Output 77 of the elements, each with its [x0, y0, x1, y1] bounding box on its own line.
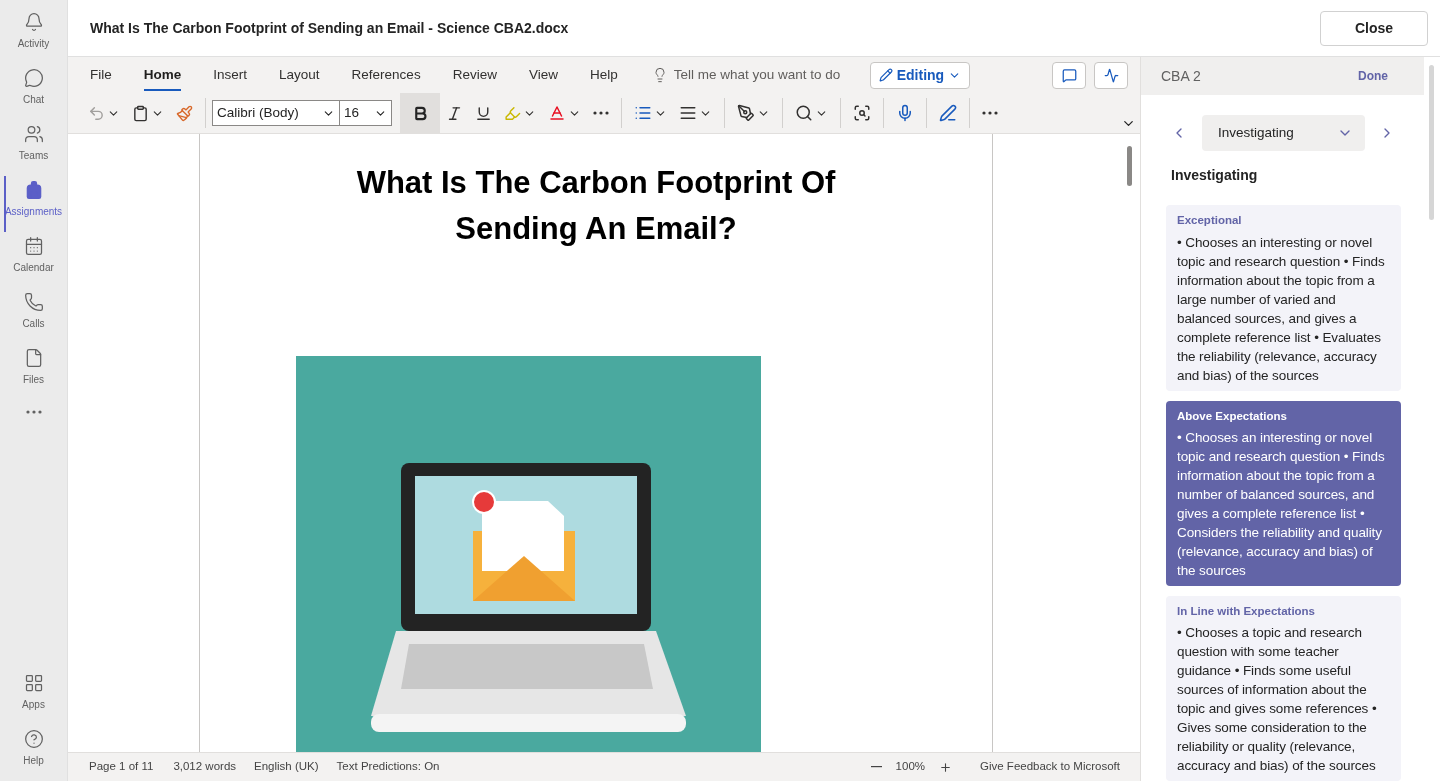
rail-item[interactable]: Apps [0, 669, 68, 725]
ribbon-tab[interactable]: Review [442, 59, 507, 91]
font-color-icon [548, 104, 566, 122]
more-icon [25, 410, 42, 414]
calendar-icon [23, 236, 44, 256]
ribbon-tab[interactable]: Insert [203, 59, 258, 91]
rubric-level-card[interactable] [1166, 400, 1401, 586]
rail-item[interactable]: Calls [0, 288, 68, 344]
plus-icon [939, 760, 952, 774]
rail-item[interactable]: Chat [0, 64, 68, 120]
criterion-heading: Investigating [1170, 166, 1259, 186]
language: English (UK) [254, 759, 319, 775]
ribbon-tab[interactable]: Home [133, 59, 192, 91]
italic-icon [446, 104, 463, 122]
rail-item[interactable]: Activity [0, 8, 68, 64]
scrollbar-thumb[interactable] [1127, 146, 1132, 186]
chat-icon [23, 68, 44, 88]
ribbon-tab[interactable]: Help [579, 59, 628, 91]
ribbon-tab[interactable]: References [341, 59, 431, 91]
underline-icon [475, 104, 492, 122]
undo-icon [88, 104, 105, 122]
more-icon [982, 111, 998, 115]
level-description: • Chooses an interesting or novel topic and research question • Finds information about the topic from a large number of varied and balanced sources, and gives a complete reference list • Evaluates the reliability (relevance, accuracy and bias) of the sources [1177, 233, 1386, 385]
level-name: In Line with Expectations [1177, 603, 1317, 619]
bold-button[interactable] [400, 93, 440, 133]
rail-item[interactable]: Calendar [0, 232, 68, 288]
clipboard-icon [132, 104, 149, 122]
search-field[interactable]: Tell me what you want to do [673, 64, 864, 86]
pencil-icon [878, 68, 893, 82]
ribbon-tab[interactable]: Layout [269, 59, 330, 91]
help-icon [23, 729, 44, 749]
align-icon [679, 104, 697, 122]
word-count: 3,012 words [173, 759, 237, 775]
scan-search-icon [853, 104, 871, 122]
ribbon-tab[interactable]: View [518, 59, 568, 91]
people-icon [23, 124, 44, 144]
comments-button[interactable] [1052, 61, 1086, 89]
rail-item[interactable]: Assignments [0, 176, 68, 232]
rail-item[interactable]: Help [0, 725, 68, 781]
editing-mode-button[interactable]: Editing [869, 61, 971, 89]
pen-icon [737, 104, 755, 122]
highlighter-icon [504, 104, 521, 122]
rail-item[interactable]: Teams [0, 120, 68, 176]
comment-icon [1061, 67, 1077, 83]
rail-item[interactable]: Files [0, 344, 68, 400]
microphone-icon [896, 104, 914, 122]
criterion-dropdown[interactable]: Investigating [1202, 115, 1365, 152]
paintbrush-icon [176, 104, 193, 122]
search-icon [795, 104, 813, 122]
close-button[interactable]: Close [1320, 10, 1428, 46]
phone-icon [23, 292, 44, 312]
more-button[interactable] [25, 410, 42, 414]
level-description: • Chooses an interesting or novel topic and research question • Finds information about the topic from a number of balanced sources, and gives a complete reference list • Considers the reliability and quality (relevance, accuracy and bias) of the sources [1177, 428, 1386, 580]
ribbon-tab[interactable]: File [80, 59, 122, 91]
level-description: • Chooses a topic and research question with some teacher guidance • Finds some useful sources of information about the topic and gives some references • Gives some consideration to the reliability or quality (relevance, accuracy and bias) of the sources [1177, 624, 1378, 775]
level-name: Above Expectations [1177, 408, 1288, 424]
document-title: What Is The Carbon Footprint of Sending an Email - Science CBA2.docx [90, 18, 569, 38]
list-icon [634, 104, 652, 122]
font-name-dropdown[interactable]: Calibri (Body) [212, 100, 340, 126]
zoom-in-button[interactable] [939, 760, 952, 774]
scrollbar-thumb[interactable] [1429, 65, 1434, 220]
level-name: Exceptional [1177, 213, 1243, 229]
activity-icon [1103, 67, 1119, 83]
zoom-level: 100% [895, 759, 925, 775]
more-icon [593, 111, 609, 115]
bell-icon [23, 12, 44, 32]
rubric-title: CBA 2 [1161, 66, 1201, 86]
document-heading: What Is The Carbon Footprint Of Sending An Email? [355, 164, 837, 248]
text-predictions: Text Predictions: On [336, 759, 440, 775]
activity-button[interactable] [1094, 61, 1128, 89]
feedback-link[interactable]: Give Feedback to Microsoft [980, 758, 1120, 776]
apps-icon [23, 673, 44, 693]
minus-icon [870, 766, 882, 768]
font-size-dropdown[interactable]: 16 [340, 100, 392, 126]
pen-line-icon [939, 104, 957, 122]
done-button[interactable]: Done [1358, 67, 1388, 86]
page-count: Page 1 of 11 [89, 759, 154, 775]
